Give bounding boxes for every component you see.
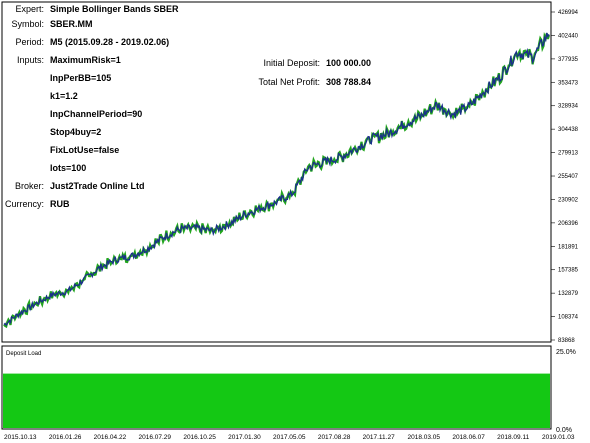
net-profit-value: 308 788.84 — [326, 77, 372, 87]
symbol-value: SBER.MM — [50, 19, 93, 29]
symbol-label: Symbol: — [11, 19, 44, 29]
x-tick-label: 2015.10.13 — [4, 434, 37, 441]
y-tick-label: 181891 — [558, 244, 579, 250]
y-tick-label: 304438 — [558, 127, 579, 133]
x-tick-label: 2016.10.25 — [183, 434, 216, 441]
y-tick-label: 255407 — [558, 174, 579, 180]
y-tick-label: 279913 — [558, 151, 579, 157]
expert-value: Simple Bollinger Bands SBER — [50, 4, 179, 14]
input-stop4buy: Stop4buy=2 — [50, 127, 102, 137]
input-maximumrisk: MaximumRisk=1 — [50, 55, 121, 65]
y-tick-label: 402440 — [558, 33, 579, 39]
y-tick-label: 377935 — [558, 57, 579, 63]
x-tick-label: 2016.07.29 — [139, 434, 172, 441]
x-tick-label: 2017.11.27 — [363, 434, 395, 441]
input-fixlotuse: FixLotUse=false — [50, 145, 120, 155]
y-tick-label: 132879 — [558, 291, 579, 297]
input-lots: lots=100 — [50, 163, 87, 173]
y-tick-label: 328934 — [558, 104, 579, 110]
y-tick-label: 108374 — [558, 315, 579, 321]
input-inpperbb: InpPerBB=105 — [50, 73, 112, 83]
broker-label: Broker: — [14, 181, 44, 191]
deposit-load-title: Deposit Load — [6, 351, 41, 357]
x-axis: 2015.10.13 2016.01.26 2016.04.22 2016.07.29… — [4, 434, 575, 441]
x-tick-label: 2017.08.28 — [318, 434, 351, 441]
y-tick-label: 83868 — [558, 338, 575, 344]
currency-label: Currency: — [4, 199, 44, 209]
x-tick-label: 2017.05.05 — [273, 434, 306, 441]
x-tick-label: 2016.04.22 — [94, 434, 127, 441]
x-tick-label: 2017.01.30 — [228, 434, 261, 441]
initial-deposit-label-box: Initial Deposit: — [220, 58, 320, 70]
input-k1: k1=1.2 — [50, 91, 78, 101]
y-tick-label: 426994 — [558, 10, 579, 16]
expert-label: Expert: — [15, 4, 44, 14]
net-profit-label: Total Net Profit: — [258, 77, 320, 87]
inputs-label: Inputs: — [16, 55, 44, 65]
y-axis: 426994 402440 377935 353473 328934 304438 2799… — [551, 10, 579, 344]
load-tick-top: 25.0% — [556, 349, 576, 356]
x-tick-label: 2018.09.11 — [497, 434, 529, 441]
input-inpchannelperiod: InpChannelPeriod=90 — [50, 109, 143, 119]
deposit-load-bar — [3, 373, 550, 428]
initial-deposit-label: Initial Deposit: — [263, 58, 320, 68]
x-tick-label: 2019.01.03 — [542, 434, 575, 441]
y-tick-label: 157385 — [558, 268, 579, 274]
initial-deposit-value: 100 000.00 — [326, 58, 372, 68]
period-label: Period: — [15, 37, 44, 47]
y-tick-label: 206396 — [558, 221, 579, 227]
broker-value: Just2Trade Online Ltd — [50, 181, 145, 191]
x-tick-label: 2018.06.07 — [452, 434, 485, 441]
net-profit-label-box: Total Net Profit: — [220, 77, 320, 89]
period-value: M5 (2015.09.28 - 2019.02.06) — [50, 37, 170, 47]
x-tick-label: 2016.01.26 — [49, 434, 82, 441]
x-tick-label: 2018.03.05 — [408, 434, 441, 441]
y-tick-label: 353473 — [558, 80, 579, 86]
load-tick-bottom: 0.0% — [556, 427, 572, 434]
y-tick-label: 230902 — [558, 197, 579, 203]
currency-value: RUB — [50, 199, 70, 209]
